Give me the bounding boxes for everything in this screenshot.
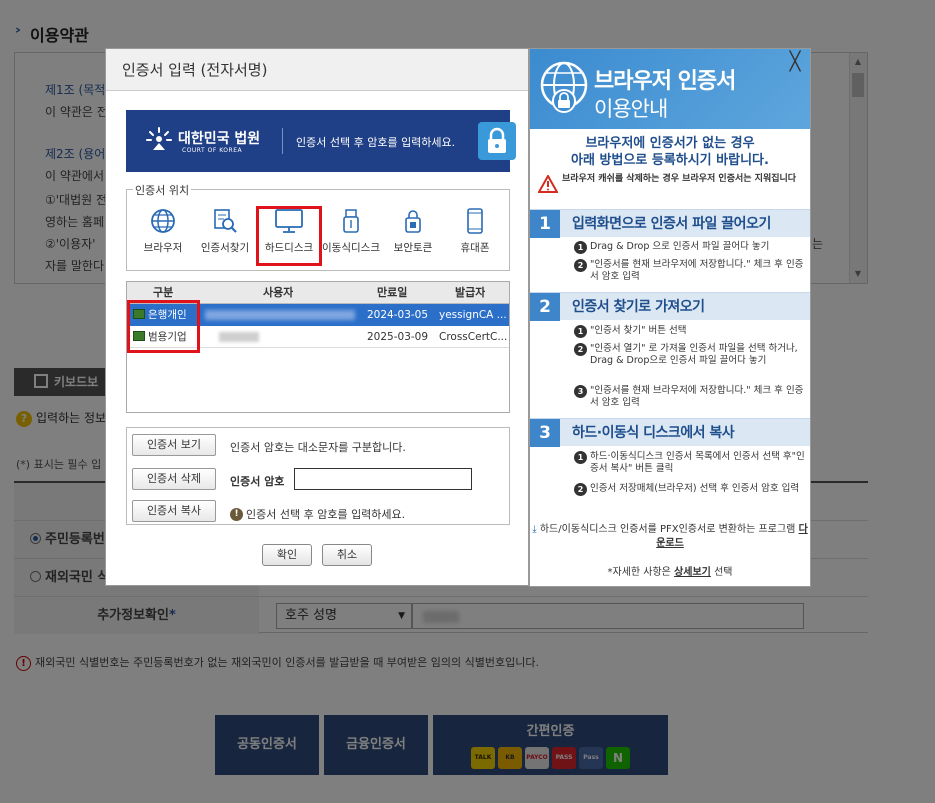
ok-button[interactable]: 확인 xyxy=(262,544,312,566)
col-header-user: 사용자 xyxy=(263,286,294,299)
guide-subtitle: 이용안내 xyxy=(594,97,668,121)
globe-lock-icon xyxy=(540,61,588,113)
copy-cert-button[interactable]: 인증서 복사 xyxy=(132,500,216,522)
cert-expiry: 2024-03-05 xyxy=(367,309,429,321)
lock-icon xyxy=(478,122,516,160)
delete-cert-button[interactable]: 인증서 삭제 xyxy=(132,468,216,490)
location-find-cert[interactable]: 인증서찾기 xyxy=(194,208,256,264)
exclamation-icon: ! xyxy=(230,507,243,521)
password-warning: ! 인증서 선택 후 암호를 입력하세요. xyxy=(230,506,405,522)
highlight-box xyxy=(127,300,200,353)
cert-action-box: 인증서 보기 인증서 삭제 인증서 복사 인증서 암호는 대소문자를 구분합니다… xyxy=(126,427,510,525)
guide-step: 2 "인증서 열기" 로 가져올 인증서 파일을 선택 하거나, Drag & D… xyxy=(574,343,806,367)
location-mobile[interactable]: 휴대폰 xyxy=(444,208,506,264)
monitor-icon xyxy=(275,209,303,233)
usb-icon xyxy=(343,209,359,233)
guide-header: 브라우저 인증서 이용안내 ╳ xyxy=(530,49,810,129)
cert-user-redacted xyxy=(219,332,259,342)
guide-warning: 브라우저 캐쉬를 삭제하는 경우 브라우저 인증서는 지워집니다 xyxy=(538,173,804,193)
location-removable-disk[interactable]: 이동식디스크 xyxy=(320,208,382,264)
cert-location-group: 인증서 위치 브라우저 인증서찾기 하드디스크 이동식디스크 보안토큰 휴대폰 xyxy=(126,182,510,271)
court-name-en: COURT OF KOREA xyxy=(182,147,243,154)
cancel-button[interactable]: 취소 xyxy=(322,544,372,566)
guide-step: 1 Drag & Drop 으로 인증서 파일 끌어다 놓기 xyxy=(574,241,806,254)
cert-issuer: yessignCA ... xyxy=(439,309,507,321)
close-icon[interactable]: ╳ xyxy=(786,53,804,71)
globe-icon xyxy=(151,209,175,233)
phone-icon xyxy=(467,208,483,234)
banner-message: 인증서 선택 후 암호를 입력하세요. xyxy=(296,136,456,149)
cert-location-legend: 인증서 위치 xyxy=(133,182,192,198)
download-icon: ⤓ xyxy=(532,524,537,535)
cert-search-icon xyxy=(214,209,237,233)
cert-user-redacted xyxy=(205,310,355,320)
dialog-title: 인증서 입력 (전자서명) xyxy=(106,49,528,91)
location-label: 브라우저 xyxy=(143,242,183,254)
location-security-token[interactable]: 보안토큰 xyxy=(382,208,444,264)
guide-section-2: 2 인증서 찾기로 가져오기 xyxy=(530,292,810,321)
detail-link[interactable]: 상세보기 xyxy=(674,567,711,578)
court-banner: 대한민국 법원 COURT OF KOREA 인증서 선택 후 암호를 입력하세… xyxy=(126,110,516,172)
password-input[interactable] xyxy=(294,468,472,490)
location-label: 휴대폰 xyxy=(460,242,490,254)
warning-icon xyxy=(538,175,558,193)
guide-step: 1 "인증서 찾기" 버튼 선택 xyxy=(574,325,806,338)
location-label: 인증서찾기 xyxy=(200,242,250,254)
pfx-download-note: ⤓ 하드/이동식디스크 인증서를 PFX인증서로 변환하는 프로그램 다운로드 xyxy=(532,524,808,549)
view-cert-button[interactable]: 인증서 보기 xyxy=(132,434,216,456)
guide-title: 브라우저 인증서 xyxy=(594,69,736,94)
cert-list-table: 구분 사용자 만료일 발급자 은행개인 2024-03-05 yessignCA… xyxy=(126,281,510,413)
cert-expiry: 2025-03-09 xyxy=(367,331,429,343)
col-header-issuer: 발급자 xyxy=(455,286,486,299)
cert-issuer: CrossCertC... xyxy=(439,331,507,343)
court-emblem-icon xyxy=(146,127,172,150)
case-sensitive-note: 인증서 암호는 대소문자를 구분합니다. xyxy=(230,441,406,454)
guide-step: 1 하드·이동식디스크 인증서 목록에서 인증서 선택 후"인증서 복사" 버튼 … xyxy=(574,451,806,475)
location-hard-disk[interactable]: 하드디스크 xyxy=(256,206,322,266)
guide-section-3: 3 하드·이동식 디스크에서 복사 xyxy=(530,418,810,447)
guide-step: 2 인증서 저장매체(브라우저) 선택 후 인증서 암호 입력 xyxy=(574,483,806,496)
guide-intro: 브라우저에 인증서가 없는 경우 아래 방법으로 등록하시기 바랍니다. xyxy=(571,136,769,168)
detail-note: *자세한 사항은 상세보기 선택 xyxy=(607,567,733,578)
certificate-dialog: 인증서 입력 (전자서명) 대한민국 법원 COURT OF KOREA 인증서… xyxy=(105,48,529,586)
col-header-expiry: 만료일 xyxy=(377,286,408,299)
security-token-icon xyxy=(405,210,421,233)
location-label: 하드디스크 xyxy=(264,242,314,254)
guide-step: 2 "인증서를 현재 브라우저에 저장합니다." 체크 후 인증서 암호 입력 xyxy=(574,259,806,283)
location-label: 이동식디스크 xyxy=(322,242,380,254)
location-browser[interactable]: 브라우저 xyxy=(132,208,194,264)
location-label: 보안토큰 xyxy=(393,242,433,254)
court-name: 대한민국 법원 xyxy=(178,131,261,147)
browser-cert-guide: 브라우저 인증서 이용안내 ╳ 브라우저에 인증서가 없는 경우 아래 방법으로… xyxy=(529,48,811,587)
guide-section-1: 1 입력화면으로 인증서 파일 끌어오기 xyxy=(530,209,810,238)
guide-step: 3 "인증서를 현재 브라우저에 저장합니다." 체크 후 인증서 암호 입력 xyxy=(574,385,806,409)
password-label: 인증서 암호 xyxy=(230,475,285,488)
